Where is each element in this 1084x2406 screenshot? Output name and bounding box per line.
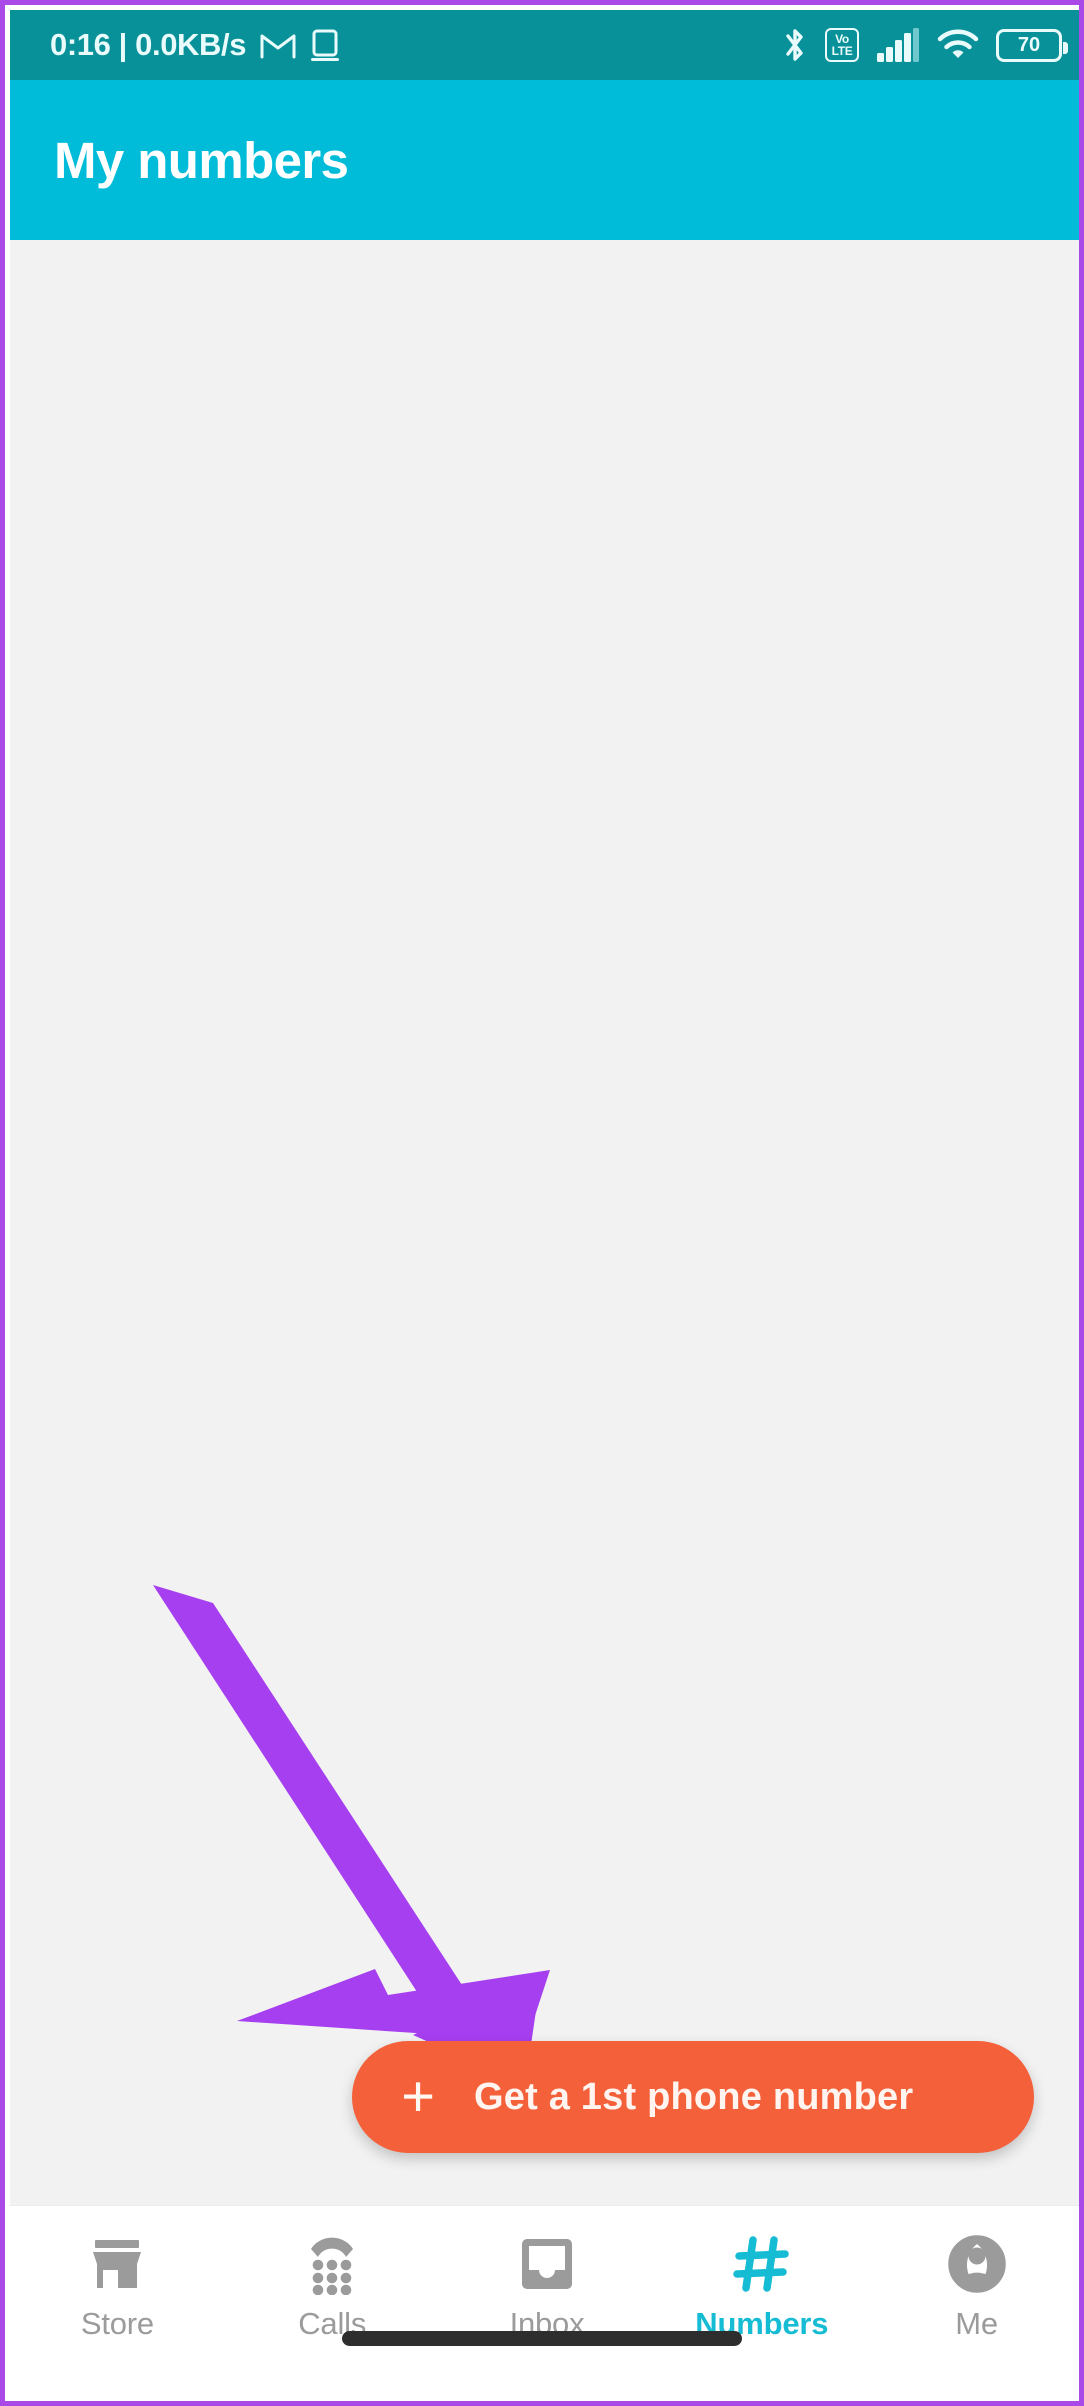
volte-bottom-text: LTE [831, 44, 853, 58]
gmail-icon [260, 34, 296, 59]
gesture-home-bar[interactable] [342, 2331, 742, 2346]
cast-screen-icon [311, 29, 340, 61]
status-bar-right: Vo LTE 70 [782, 26, 1068, 64]
nav-item-me[interactable]: Me [869, 2206, 1079, 2342]
inbox-tray-icon [519, 2228, 575, 2300]
bluetooth-icon [786, 29, 803, 61]
numbers-empty-content-area [10, 240, 1079, 2205]
nav-item-numbers[interactable]: Numbers [654, 2206, 869, 2342]
hash-icon [732, 2228, 792, 2300]
status-time-speed: 0:16 | 0.0KB/s [50, 27, 247, 62]
volte-icon: Vo LTE [825, 28, 859, 62]
battery-level-text: 70 [1017, 33, 1041, 56]
wifi-icon [937, 29, 979, 58]
nav-item-store[interactable]: Store [10, 2206, 225, 2342]
nav-item-calls[interactable]: Calls [225, 2206, 440, 2342]
signal-icon [877, 28, 919, 62]
status-bar: 0:16 | 0.0KB/s Vo LTE 70 [10, 10, 1079, 80]
annotated-phone-frame: 0:16 | 0.0KB/s Vo LTE 70 My numbers + Ge… [0, 0, 1084, 2406]
dialpad-phone-icon [303, 2228, 361, 2300]
battery-icon: 70 [996, 28, 1068, 62]
nav-item-inbox[interactable]: Inbox [440, 2206, 655, 2342]
cta-button-label: Get a 1st phone number [474, 2075, 914, 2118]
plus-icon: + [401, 2064, 435, 2129]
page-title: My numbers [54, 131, 349, 189]
status-bar-left: 0:16 | 0.0KB/s [50, 27, 340, 63]
nav-label-store: Store [80, 2306, 154, 2341]
get-first-phone-number-button[interactable]: + Get a 1st phone number [352, 2041, 1034, 2153]
account-circle-icon [947, 2228, 1006, 2300]
nav-label-me: Me [955, 2306, 998, 2341]
app-bar: My numbers [10, 80, 1079, 240]
storefront-icon [87, 2228, 147, 2300]
